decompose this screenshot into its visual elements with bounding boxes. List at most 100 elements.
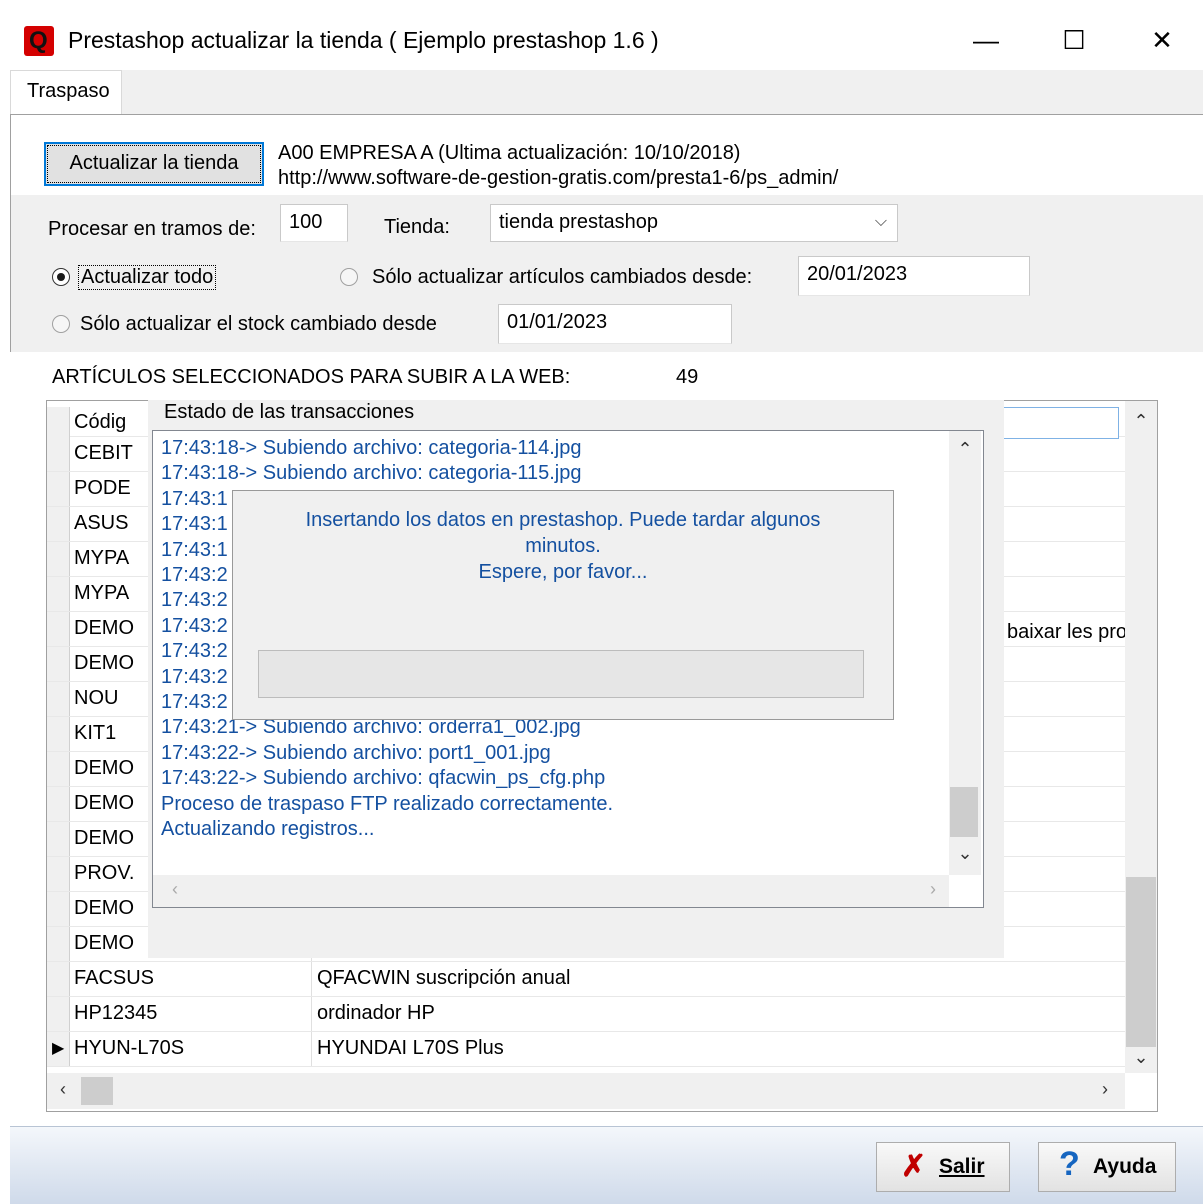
row-selector[interactable] [47,647,70,681]
cell-description[interactable]: HYUNDAI L70S Plus [317,1037,504,1060]
grid-partial-text: baixar les pro [1007,621,1128,643]
tienda-select[interactable]: tienda prestashop ⌵ [490,204,898,242]
cell-code[interactable]: DEMO [74,792,134,815]
log-line: 17:43:2 [161,665,228,688]
log-line: 17:43:2 [161,640,228,663]
tab-traspaso[interactable]: Traspaso [10,70,122,114]
radio-update-changed-label: Sólo actualizar artículos cambiados desd… [372,266,753,288]
cell-code[interactable]: HP12345 [74,1002,157,1025]
stock-date-input[interactable]: 01/01/2023 [498,304,732,344]
cell-code[interactable]: MYPA [74,547,129,570]
row-selector[interactable] [47,822,70,856]
close-x-icon: ✗ [901,1150,927,1183]
log-line: Proceso de traspaso FTP realizado correc… [161,792,614,815]
log-scroll-left-icon[interactable]: ‹ [165,879,185,900]
log-line: 17:43:18-> Subiendo archivo: categoria-1… [161,462,582,485]
row-selector[interactable] [47,542,70,576]
scroll-left-icon[interactable]: ‹ [53,1079,73,1100]
row-selector[interactable] [47,507,70,541]
cell-code[interactable]: HYUN-L70S [74,1037,184,1060]
chevron-down-icon: ⌵ [874,213,887,230]
log-horizontal-scrollbar[interactable]: ‹ › [153,875,949,907]
cell-code[interactable]: DEMO [74,617,134,640]
cell-code[interactable]: FACSUS [74,967,154,990]
transactions-title: Estado de las transacciones [164,401,415,423]
scroll-thumb[interactable] [1126,877,1156,1047]
row-selector[interactable] [47,927,70,961]
progress-message-line3: Espere, por favor... [478,561,648,583]
log-scroll-up-icon[interactable]: ⌃ [949,439,981,460]
log-line: 17:43:1 [161,538,228,561]
row-selector[interactable] [47,997,70,1031]
cell-code[interactable]: DEMO [74,897,134,920]
maximize-button[interactable]: ☐ [1054,24,1094,56]
column-header-focus[interactable] [997,407,1119,439]
scroll-up-icon[interactable]: ⌃ [1125,411,1157,432]
exit-button[interactable]: ✗ Salir [876,1142,1010,1192]
cell-code[interactable]: DEMO [74,652,134,675]
selected-items-count: 49 [676,366,699,388]
row-selector[interactable] [47,717,70,751]
store-url: http://www.software-de-gestion-gratis.co… [278,167,839,189]
row-selector[interactable] [47,577,70,611]
grid-vertical-scrollbar[interactable]: ⌃ ⌄ [1125,401,1157,1073]
row-selector[interactable] [47,682,70,716]
cell-description[interactable]: QFACWIN suscripción anual [317,967,570,990]
progress-bar [258,650,864,698]
log-line: 17:43:2 [161,614,228,637]
cell-code[interactable]: NOU [74,687,118,710]
log-vertical-scrollbar[interactable]: ⌃ ⌄ [949,431,981,875]
cell-code[interactable]: MYPA [74,582,129,605]
table-row[interactable]: ▶ HYUN-L70S HYUNDAI L70S Plus [47,1032,1127,1067]
log-scroll-right-icon[interactable]: › [923,879,943,900]
close-button[interactable]: ✕ [1142,24,1182,56]
progress-message-line1: Insertando los datos en prestashop. Pued… [305,509,821,531]
row-selector[interactable] [47,962,70,996]
cell-code[interactable]: PROV. [74,862,134,885]
log-line: 17:43:1 [161,487,228,510]
current-row-arrow-icon: ▶ [52,1040,65,1057]
tab-strip [10,70,1203,114]
log-scroll-thumb[interactable] [950,787,978,837]
changed-date-input[interactable]: 20/01/2023 [798,256,1030,296]
cell-code[interactable]: PODE [74,477,131,500]
cell-description[interactable]: ordinador HP [317,1002,435,1025]
tramos-label: Procesar en tramos de: [48,218,256,240]
cell-code[interactable]: KIT1 [74,722,116,745]
row-selector[interactable] [47,437,70,471]
log-line: 17:43:2 [161,691,228,713]
cell-code[interactable]: CEBIT [74,442,133,465]
radio-update-all[interactable] [52,268,70,286]
log-line: Actualizando registros... [161,818,375,840]
radio-update-stock[interactable] [52,315,70,333]
row-selector[interactable]: ▶ [47,1032,70,1066]
scroll-thumb-horizontal[interactable] [81,1077,113,1105]
cell-code[interactable]: DEMO [74,827,134,850]
column-header-code[interactable]: Códig [74,411,126,434]
log-scroll-down-icon[interactable]: ⌄ [949,843,981,864]
minimize-button[interactable]: — [966,24,1006,56]
cell-code[interactable]: DEMO [74,757,134,780]
row-selector[interactable] [47,472,70,506]
row-selector[interactable] [47,892,70,926]
help-button[interactable]: ? Ayuda [1038,1142,1176,1192]
cell-code[interactable]: ASUS [74,512,128,535]
tramos-input[interactable]: 100 [280,204,348,242]
company-info: A00 EMPRESA A (Ultima actualización: 10/… [278,142,741,164]
table-row[interactable]: HP12345 ordinador HP [47,997,1127,1032]
table-row[interactable]: FACSUS QFACWIN suscripción anual [47,962,1127,997]
scroll-down-icon[interactable]: ⌄ [1125,1047,1157,1068]
window-title: Prestashop actualizar la tienda ( Ejempl… [68,27,659,53]
log-line: 17:43:18-> Subiendo archivo: categoria-1… [161,437,582,459]
update-store-button[interactable]: Actualizar la tienda [44,142,264,186]
radio-update-stock-label: Sólo actualizar el stock cambiado desde [80,313,437,335]
radio-update-changed[interactable] [340,268,358,286]
row-selector[interactable] [47,612,70,646]
scroll-right-icon[interactable]: › [1095,1079,1115,1100]
cell-code[interactable]: DEMO [74,932,134,955]
grid-horizontal-scrollbar[interactable]: ‹ › [47,1073,1125,1109]
row-selector[interactable] [47,787,70,821]
row-selector[interactable] [47,857,70,891]
row-selector[interactable] [47,752,70,786]
tienda-label: Tienda: [384,216,450,238]
